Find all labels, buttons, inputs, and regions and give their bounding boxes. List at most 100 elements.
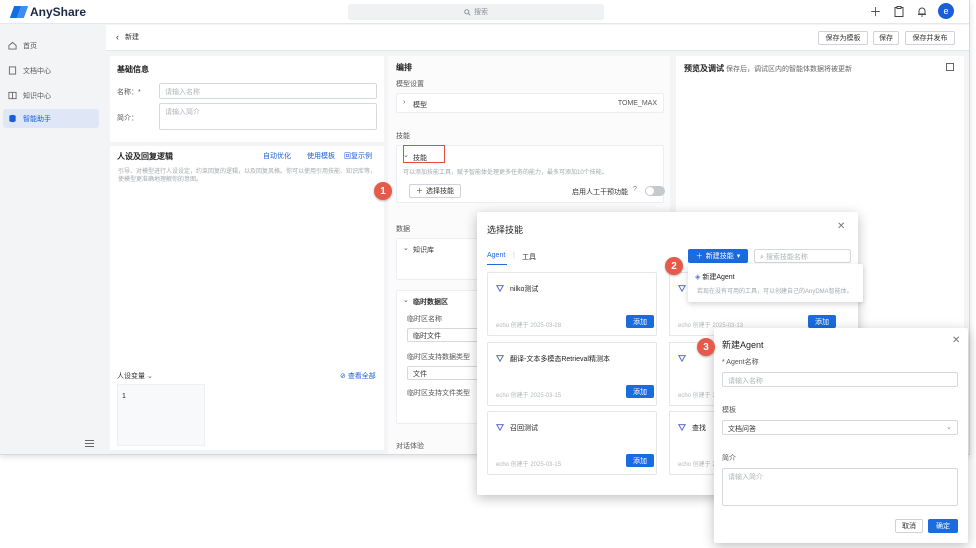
tab-tool[interactable]: 工具 bbox=[522, 252, 536, 262]
sidebar-item-knowledge[interactable]: 知识中心 bbox=[3, 86, 99, 105]
app-name: AnyShare bbox=[30, 5, 87, 19]
editor-header: ‹ 新建 保存为模板 保存 保存并发布 bbox=[106, 25, 969, 51]
tab-agent[interactable]: Agent bbox=[487, 252, 505, 259]
user-avatar[interactable]: e bbox=[938, 3, 954, 19]
sidebar-item-label: 知识中心 bbox=[23, 92, 51, 100]
name-input[interactable]: 请输入名称 bbox=[159, 83, 377, 99]
intro-input[interactable]: 请输入简介 bbox=[159, 103, 377, 130]
chevron-down-icon: ⌄ bbox=[403, 297, 409, 304]
model-value[interactable]: TOME_MAX bbox=[618, 100, 657, 107]
skill-card[interactable]: 召回测试 echo 创建于 2025-03-15 添加 bbox=[487, 411, 657, 475]
data-section-label: 数据 bbox=[396, 226, 410, 233]
active-tab-indicator bbox=[487, 264, 507, 265]
back-button[interactable]: ‹ 新建 bbox=[116, 32, 139, 42]
save-template-button[interactable]: 保存为模板 bbox=[818, 31, 868, 45]
agent-icon bbox=[678, 285, 686, 292]
global-search[interactable]: 搜索 bbox=[348, 4, 604, 20]
cancel-button[interactable]: 取消 bbox=[895, 519, 923, 533]
agent-intro-input[interactable]: 请输入简介 bbox=[722, 468, 958, 506]
top-bar: AnyShare 搜索 ＋ e bbox=[0, 0, 969, 24]
basic-info-panel: 基础信息 名称：* 请输入名称 简介： 请输入简介 bbox=[110, 56, 384, 142]
temp-name-label: 临时区名称 bbox=[407, 316, 442, 323]
expand-icon[interactable] bbox=[946, 63, 954, 71]
model-section-label: 模型设置 bbox=[396, 81, 424, 88]
variable-box: 1 bbox=[117, 384, 205, 446]
save-publish-button[interactable]: 保存并发布 bbox=[905, 31, 955, 45]
variable-label[interactable]: 人设变量 ⌄ bbox=[117, 371, 153, 381]
app-logo[interactable]: AnyShare bbox=[9, 5, 87, 19]
sidebar-item-home[interactable]: 首页 bbox=[3, 36, 99, 55]
temp-data-label[interactable]: 临时数据区 bbox=[413, 297, 448, 307]
template-select[interactable]: 文档问答 ⌄ bbox=[722, 420, 958, 435]
add-button[interactable]: 添加 bbox=[626, 315, 654, 328]
agent-icon bbox=[678, 355, 686, 362]
add-button[interactable]: 添加 bbox=[808, 315, 836, 328]
tab-divider: | bbox=[513, 252, 515, 259]
intervention-label: 启用人工干预功能 bbox=[572, 189, 628, 196]
dialog-title: 新建Agent bbox=[722, 340, 764, 350]
sidebar: 首页 文档中心 知识中心 智能助手 bbox=[0, 25, 104, 454]
sidebar-item-assistant[interactable]: 智能助手 bbox=[3, 109, 99, 128]
card-title: 召回测试 bbox=[510, 425, 538, 432]
add-button[interactable]: 添加 bbox=[626, 385, 654, 398]
view-all-link[interactable]: ⊘ 查看全部 bbox=[340, 371, 376, 381]
agent-icon bbox=[496, 424, 504, 431]
card-meta: echo 创建于 2025-03-15 bbox=[496, 462, 562, 468]
intervention-toggle[interactable] bbox=[645, 186, 665, 196]
save-button[interactable]: 保存 bbox=[873, 31, 899, 45]
new-agent-dialog: 新建Agent ✕ * Agent名称 请输入名称 模板 文档问答 ⌄ 简介 请… bbox=[697, 328, 968, 543]
chevron-right-icon: › bbox=[403, 99, 406, 106]
close-icon[interactable]: ✕ bbox=[837, 221, 845, 232]
help-icon[interactable]: ? bbox=[633, 186, 637, 193]
card-title: 查找 bbox=[692, 425, 706, 432]
knowledge-label[interactable]: 知识库 bbox=[413, 245, 434, 255]
card-meta: echo 创建于 2025-03-28 bbox=[496, 323, 562, 329]
menu-item-new-agent[interactable]: ◈ 新建Agent bbox=[695, 272, 735, 282]
new-skill-button[interactable]: ＋ 新建技能 ▾ bbox=[688, 249, 748, 263]
close-icon[interactable]: ✕ bbox=[952, 335, 960, 346]
top-actions: ＋ e bbox=[869, 3, 954, 19]
sidebar-item-docs[interactable]: 文档中心 bbox=[3, 61, 99, 80]
select-skill-button[interactable]: ＋选择技能 bbox=[409, 184, 461, 198]
menu-item-description: 若现在没有可用的工具，可以创建自己的AnyDMA智能体。 bbox=[697, 289, 853, 295]
step-badge-3: 3 bbox=[697, 338, 715, 356]
dialog-title: 选择技能 bbox=[487, 225, 524, 235]
auto-optimize-link[interactable]: 自动优化 bbox=[263, 151, 291, 161]
collapse-menu-icon[interactable] bbox=[85, 440, 94, 447]
skill-highlight-box bbox=[403, 145, 445, 163]
preview-title: 预览及调试 bbox=[684, 64, 724, 73]
temp-type-label: 临时区支持数据类型 bbox=[407, 354, 470, 361]
agent-intro-label: 简介 bbox=[722, 455, 736, 462]
temp-file-label: 临时区支持文件类型 bbox=[407, 390, 470, 397]
sidebar-item-label: 智能助手 bbox=[23, 115, 51, 123]
card-meta: echo 创建于 2025-03-15 bbox=[496, 393, 562, 399]
plus-icon: ＋ bbox=[416, 188, 423, 195]
agent-name-input[interactable]: 请输入名称 bbox=[722, 372, 958, 387]
sidebar-item-label: 首页 bbox=[23, 42, 37, 50]
model-label: 模型 bbox=[413, 102, 427, 109]
search-placeholder: 搜索 bbox=[474, 9, 488, 16]
reply-example-link[interactable]: 回复示例 bbox=[344, 151, 372, 161]
book-icon bbox=[8, 91, 17, 100]
chevron-left-icon: ‹ bbox=[116, 32, 119, 42]
skill-description: 可以添加技能工具，赋予智能体处理更多任务的能力，最多可添加10个技能。 bbox=[403, 170, 608, 176]
card-title: 翻译-文本多模态Retrieval精测本 bbox=[510, 356, 610, 363]
skill-card[interactable]: nilko测试 echo 创建于 2025-03-28 添加 bbox=[487, 272, 657, 336]
database-icon bbox=[9, 114, 16, 123]
skill-card[interactable]: 翻译-文本多模态Retrieval精测本 echo 创建于 2025-03-15… bbox=[487, 342, 657, 406]
plus-icon[interactable]: ＋ bbox=[869, 5, 882, 19]
add-button[interactable]: 添加 bbox=[626, 454, 654, 467]
experience-section-label: 对话体验 bbox=[396, 443, 424, 450]
step-badge-1: 1 bbox=[374, 182, 392, 200]
intro-label: 简介： bbox=[117, 115, 138, 122]
name-label: 名称：* bbox=[117, 89, 141, 96]
document-icon bbox=[8, 66, 17, 75]
persona-panel: 人设及回复逻辑 自动优化 使用模板 回复示例 引导、对模型进行人设设定，约束回复… bbox=[110, 146, 384, 450]
clipboard-icon[interactable] bbox=[892, 5, 905, 18]
use-template-link[interactable]: 使用模板 bbox=[307, 151, 335, 161]
confirm-button[interactable]: 确定 bbox=[928, 519, 958, 533]
persona-placeholder[interactable]: 引导、对模型进行人设设定，约束回复的逻辑，以及回复风格。你可以使用引用技能、知识… bbox=[118, 168, 376, 184]
model-row[interactable]: › 模型 TOME_MAX bbox=[396, 93, 664, 113]
bell-icon[interactable] bbox=[915, 5, 928, 18]
skill-search-input[interactable]: ⌕ 搜索技能名称 bbox=[754, 249, 851, 263]
